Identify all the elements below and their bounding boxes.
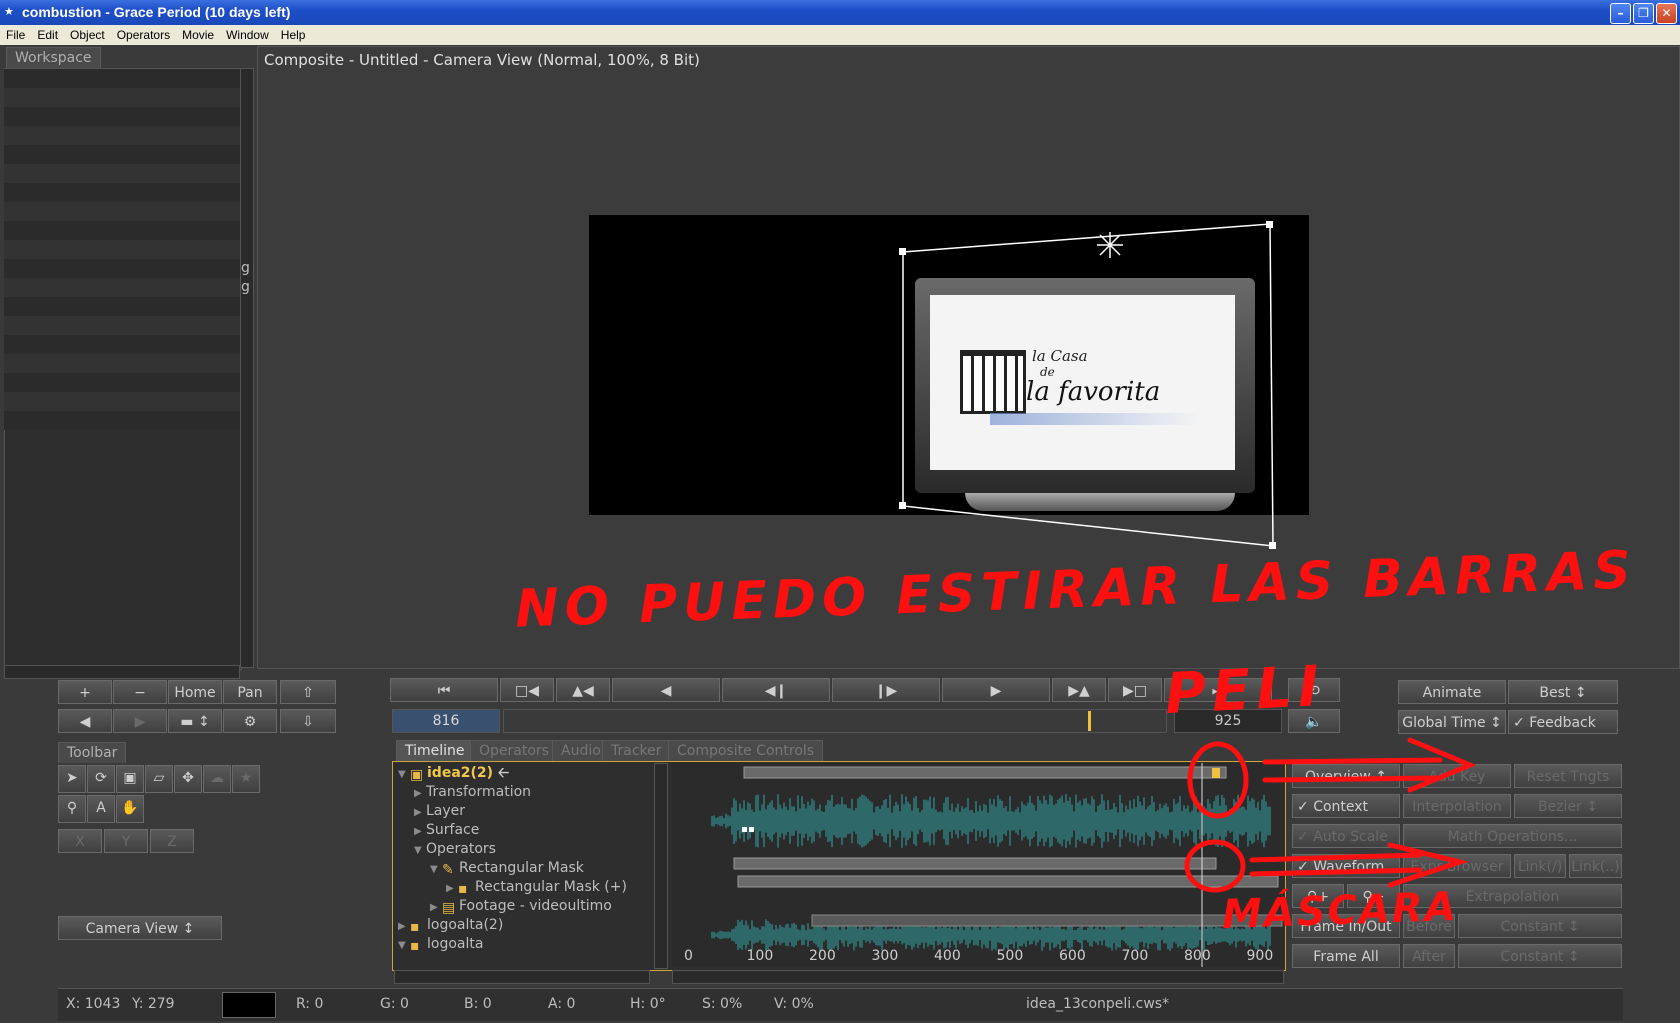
tree-row-stripe	[4, 107, 240, 126]
annotation-circle-top	[1187, 741, 1249, 819]
tree-row-stripe	[4, 373, 240, 392]
tree-row-stripe	[4, 392, 240, 411]
tree-row-stripe	[4, 126, 240, 145]
tree-row-stripe	[4, 411, 240, 430]
annotation-arrow-top	[1262, 737, 1477, 793]
tree-row-stripe	[4, 335, 240, 354]
annotation-circle-bottom	[1184, 839, 1246, 893]
tree-row-stripe	[4, 145, 240, 164]
tree-row-stripe	[4, 164, 240, 183]
tree-row-stripe	[4, 240, 240, 259]
annotation-marks	[1184, 737, 1477, 893]
tree-row-stripe	[4, 259, 240, 278]
annotation-arrow-bottom	[1249, 842, 1470, 888]
tree-row-stripe	[4, 297, 240, 316]
tree-row-stripe	[4, 278, 240, 297]
tree-row-stripe	[4, 88, 240, 107]
tree-row-stripe	[4, 221, 240, 240]
tree-row-stripe	[4, 316, 240, 335]
tree-row-stripe	[4, 354, 240, 373]
tree-row-stripe	[4, 183, 240, 202]
tree-row-stripe	[4, 69, 240, 88]
tree-row-stripe	[4, 202, 240, 221]
